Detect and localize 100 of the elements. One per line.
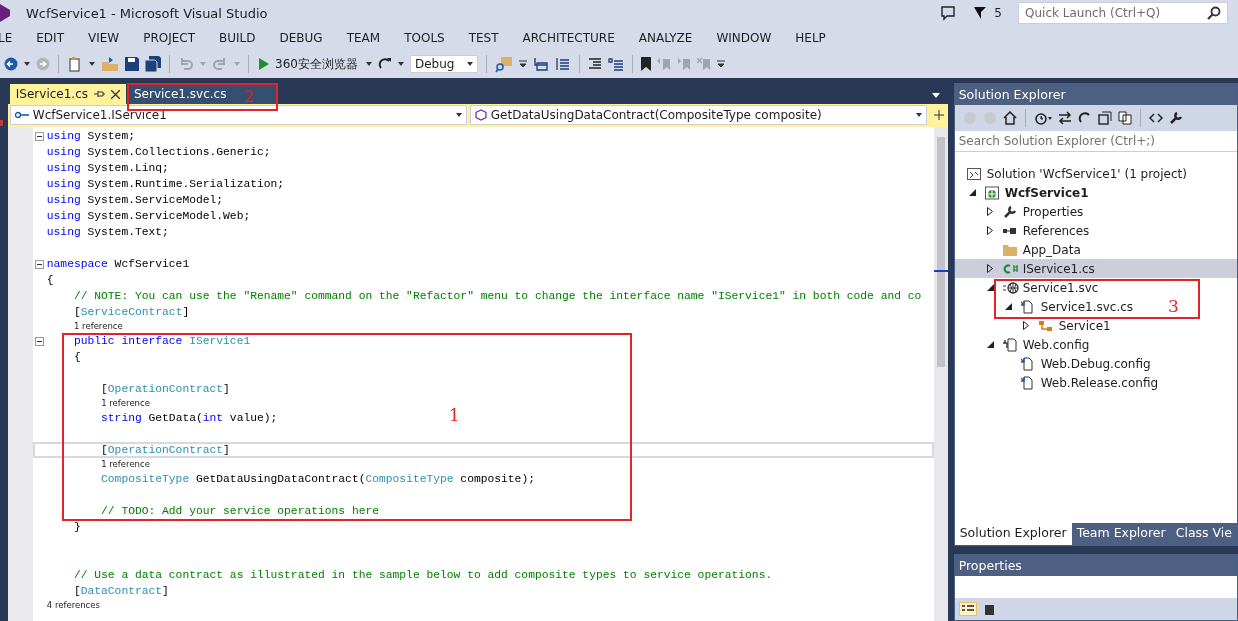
code-icon[interactable]	[1148, 113, 1163, 123]
tree-item[interactable]: Web.config	[954, 335, 1094, 354]
references-icon	[1002, 226, 1017, 235]
collapsed-arrow-icon[interactable]	[986, 226, 993, 235]
split-icon[interactable]	[933, 110, 944, 120]
expanded-arrow-icon[interactable]	[986, 341, 994, 348]
scrollbar[interactable]	[933, 127, 948, 621]
menu-item[interactable]: TEST	[455, 31, 510, 45]
tree-item[interactable]: WcfService1	[954, 183, 1093, 202]
expanded-arrow-icon[interactable]	[968, 189, 976, 196]
tree-item[interactable]: Web.Debug.config	[954, 354, 1155, 373]
categorized-icon[interactable]	[958, 602, 977, 616]
overflow-icon[interactable]	[716, 60, 725, 68]
search-icon	[1207, 6, 1221, 20]
collapsed-arrow-icon[interactable]	[986, 207, 993, 216]
caret-icon[interactable]	[931, 93, 940, 98]
tree-item[interactable]: Web.Release.config	[954, 373, 1163, 392]
member-dropdown[interactable]: GetDataUsingDataContract(CompositeType composite)	[469, 105, 927, 125]
sync-icon[interactable]	[1057, 111, 1072, 125]
menu-item[interactable]: EDIT	[23, 31, 75, 45]
reference-hint[interactable]: 1 reference	[74, 320, 123, 333]
overflow-icon[interactable]	[518, 60, 527, 68]
collapse-icon[interactable]	[34, 337, 44, 346]
panel-tab[interactable]: Team Explorer	[1071, 523, 1171, 545]
menu-item[interactable]: ARCHITECTURE	[509, 31, 626, 45]
save-all-icon[interactable]	[145, 56, 161, 72]
refresh-icon[interactable]	[1077, 111, 1092, 125]
tree-item[interactable]: Properties	[954, 202, 1088, 221]
code-line: using System.ServiceModel.Web;	[46, 209, 251, 224]
expanded-arrow-icon[interactable]	[986, 284, 994, 291]
menu-item[interactable]: PROJECT	[130, 31, 207, 45]
home-icon[interactable]	[1002, 111, 1017, 125]
tree-item[interactable]: Solution 'WcfService1' (1 project)	[954, 164, 1191, 183]
panel-tab[interactable]: Solution Explorer	[954, 523, 1072, 545]
code-line: [OperationContract]	[100, 443, 230, 458]
bookmark-icon[interactable]	[640, 57, 651, 71]
configuration-dropdown[interactable]: Debug	[409, 55, 478, 73]
caret-icon[interactable]	[365, 62, 372, 66]
collapsed-arrow-icon[interactable]	[1022, 321, 1029, 330]
menu-item[interactable]: TOOLS	[391, 31, 456, 45]
refresh-icon[interactable]	[377, 57, 392, 71]
tree-item[interactable]: Service1.svc.cs	[954, 297, 1138, 316]
reference-hint[interactable]: 4 references	[46, 599, 100, 612]
code-line: // Use a data contract as illustrated in the sample below to add composite types to service operations.	[72, 568, 773, 583]
wrench-icon[interactable]	[1168, 111, 1183, 125]
caret-icon	[455, 113, 462, 117]
document-tab[interactable]: IService1.cs	[9, 84, 126, 104]
menu-item[interactable]: WINDOW	[703, 31, 783, 45]
code-line: {	[46, 273, 54, 288]
code-line: using System;	[46, 129, 135, 144]
show-all-files-icon[interactable]	[1117, 111, 1132, 125]
tree-item[interactable]: App_Data	[954, 240, 1085, 259]
menu-item[interactable]: ANALYZE	[625, 31, 704, 45]
annotation-number: 3	[1168, 296, 1179, 316]
code-line: string GetData(int value);	[100, 411, 278, 426]
reference-hint[interactable]: 1 reference	[101, 397, 150, 410]
code-line: [OperationContract]	[100, 382, 230, 397]
code-line: [ServiceContract]	[72, 305, 190, 320]
caret-icon	[915, 113, 922, 117]
menu-item[interactable]: VIEW	[75, 31, 131, 45]
menu-item[interactable]: LE	[0, 31, 24, 45]
find-icon[interactable]	[494, 55, 513, 73]
tree-item[interactable]: Service1	[954, 316, 1115, 335]
solution-icon	[966, 167, 981, 180]
csharp-file-icon	[1002, 262, 1019, 275]
type-dropdown[interactable]: WcfService1.IService1	[9, 105, 467, 125]
class-icon	[1038, 319, 1053, 332]
panel-title: Solution Explorer	[954, 84, 1237, 105]
panel-tab[interactable]: Class Vie	[1170, 523, 1237, 545]
tree-item[interactable]: IService1.cs	[954, 259, 1237, 278]
collapse-icon[interactable]	[34, 260, 44, 269]
pin-icon[interactable]	[94, 89, 105, 99]
code-line: using System.Collections.Generic;	[46, 145, 271, 160]
caret-icon[interactable]	[24, 62, 30, 66]
collapsed-arrow-icon[interactable]	[986, 264, 993, 273]
run-button[interactable]: 360安全浏览器	[257, 55, 360, 73]
tree-item[interactable]: Service1.svc	[954, 278, 1103, 297]
code-line: using System.Linq;	[46, 161, 169, 176]
collapse-icon[interactable]	[34, 132, 44, 141]
menu-item[interactable]: BUILD	[206, 31, 267, 45]
save-icon[interactable]	[125, 57, 139, 71]
open-folder-icon[interactable]	[101, 56, 119, 72]
code-line: [DataContract]	[72, 584, 169, 599]
expanded-arrow-icon[interactable]	[1004, 303, 1012, 310]
wrench-icon	[1002, 204, 1017, 219]
file-icon	[1020, 356, 1033, 371]
code-line: }	[72, 520, 81, 535]
menu-item[interactable]: HELP	[782, 31, 837, 45]
caret-icon[interactable]	[397, 62, 404, 66]
annotation-number: 2	[244, 86, 255, 106]
menu-item[interactable]: TEAM	[333, 31, 392, 45]
notification-count: 5	[994, 6, 1002, 20]
quick-launch-field[interactable]: Quick Launch (Ctrl+Q)	[1018, 2, 1228, 24]
reference-hint[interactable]: 1 reference	[101, 458, 150, 471]
close-icon[interactable]	[111, 89, 120, 99]
feedback-icon[interactable]	[940, 5, 957, 21]
menu-item[interactable]: DEBUG	[266, 31, 334, 45]
caret-icon[interactable]	[89, 62, 95, 66]
tree-item[interactable]: References	[954, 221, 1094, 240]
history-icon[interactable]	[1033, 111, 1052, 125]
